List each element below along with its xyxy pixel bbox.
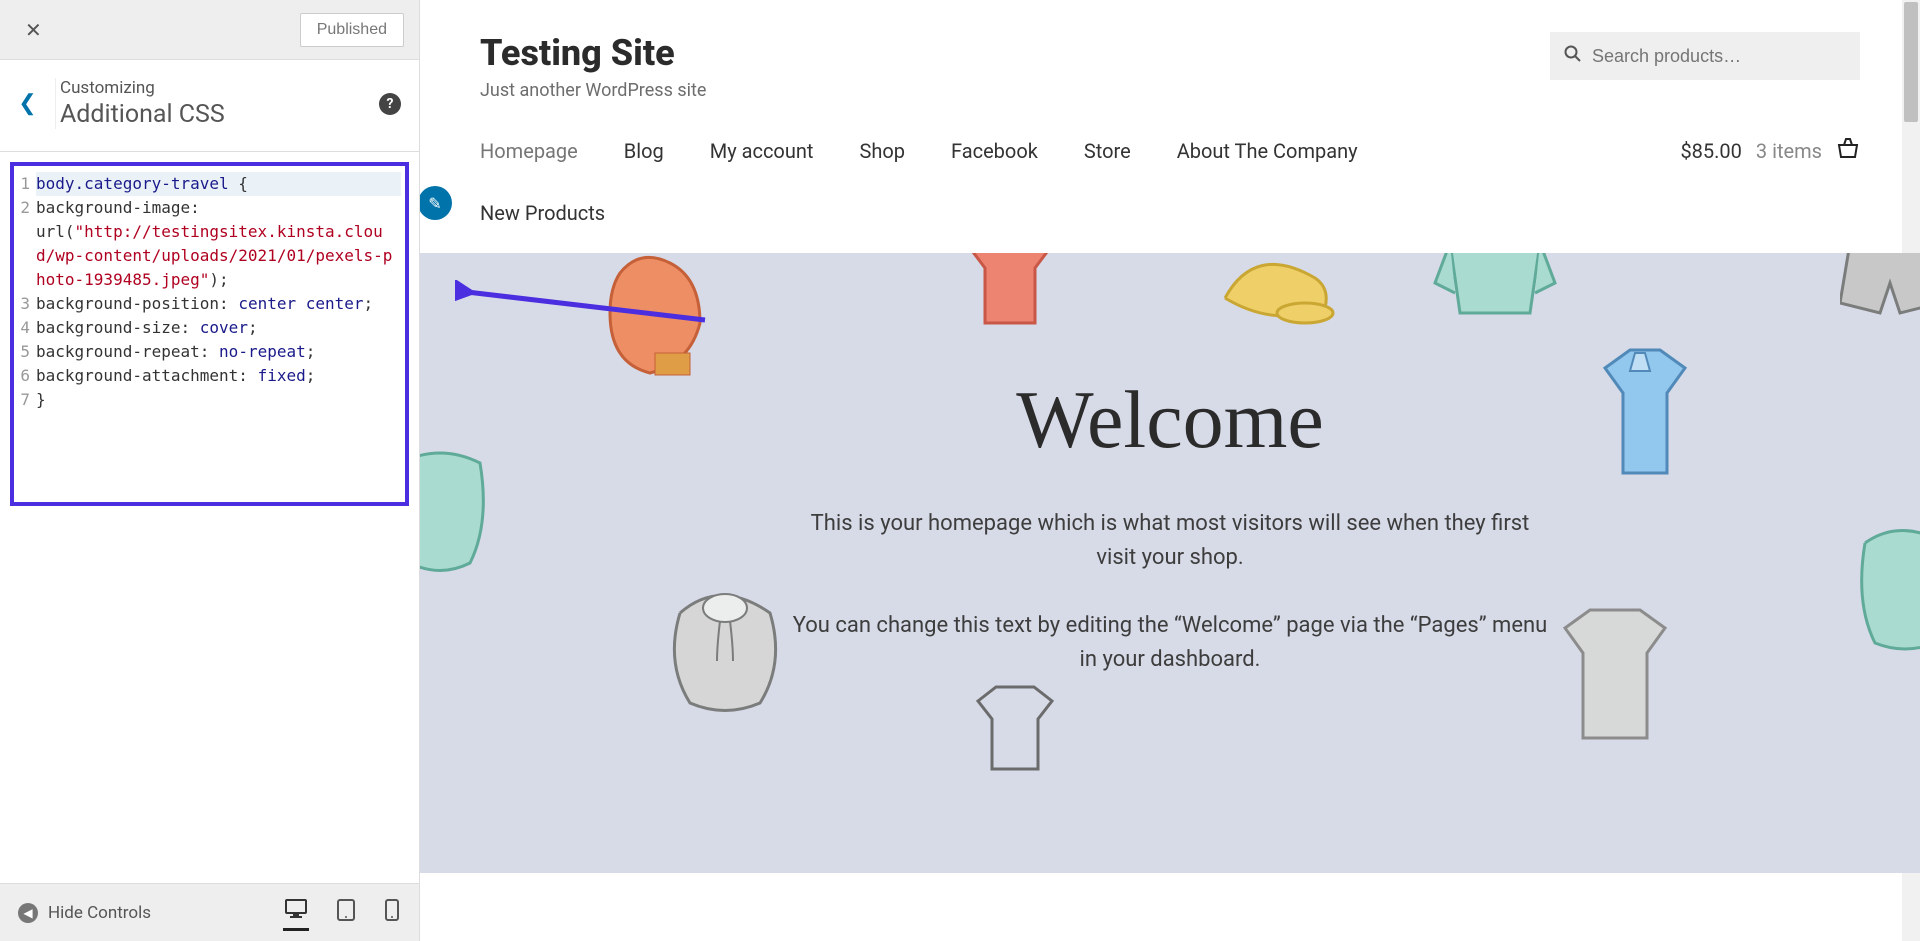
- secondary-nav: New Products: [420, 193, 1920, 253]
- code-line[interactable]: 3background-position: center center;: [18, 292, 401, 316]
- nav-item-about-the-company[interactable]: About The Company: [1177, 139, 1358, 163]
- hero-paragraph-2: You can change this text by editing the …: [790, 609, 1550, 677]
- primary-nav: Homepage Blog My account Shop Facebook Store A…: [420, 123, 1920, 193]
- line-number: 4: [18, 316, 36, 340]
- nav-item-homepage[interactable]: Homepage: [480, 139, 578, 163]
- code-line[interactable]: 2background-image: url("http://testingsi…: [18, 196, 401, 292]
- doodle-jacket-orange: [600, 253, 730, 393]
- device-mobile-icon[interactable]: [383, 895, 401, 930]
- line-number: 3: [18, 292, 36, 316]
- customizer-sidebar: ✕ Published ❮ Customizing Additional CSS…: [0, 0, 420, 941]
- doodle-tshirt-outline: [960, 683, 1070, 783]
- customizer-footer: ◀ Hide Controls: [0, 883, 419, 941]
- nav-item-facebook[interactable]: Facebook: [951, 139, 1038, 163]
- search-input[interactable]: [1592, 46, 1846, 67]
- nav-item-store[interactable]: Store: [1084, 139, 1131, 163]
- doodle-polo-blue: [1580, 343, 1710, 493]
- nav-item-shop[interactable]: Shop: [859, 139, 905, 163]
- hide-controls-button[interactable]: ◀ Hide Controls: [18, 903, 151, 923]
- code-text[interactable]: background-attachment: fixed;: [36, 364, 401, 388]
- code-text[interactable]: }: [36, 388, 401, 412]
- line-number: 1: [18, 172, 36, 196]
- hide-controls-label: Hide Controls: [48, 903, 151, 923]
- device-preview-switcher: [283, 895, 401, 931]
- cart-summary[interactable]: $85.00 3 items: [1680, 137, 1860, 165]
- site-header: Testing Site Just another WordPress site: [420, 0, 1920, 123]
- customizer-top-bar: ✕ Published: [0, 0, 419, 60]
- code-line[interactable]: 6background-attachment: fixed;: [18, 364, 401, 388]
- code-text[interactable]: background-position: center center;: [36, 292, 401, 316]
- site-preview: ✎ Testing Site Just another WordPress si…: [420, 0, 1920, 941]
- line-number: 5: [18, 340, 36, 364]
- cart-count: 3 items: [1756, 139, 1822, 163]
- site-title[interactable]: Testing Site: [480, 32, 706, 74]
- subnav-new-products[interactable]: New Products: [480, 201, 605, 225]
- publish-status-button[interactable]: Published: [300, 13, 404, 47]
- code-line[interactable]: 1body.category-travel {: [18, 172, 401, 196]
- preview-scrollbar-thumb[interactable]: [1904, 2, 1918, 122]
- code-line[interactable]: 7}: [18, 388, 401, 412]
- site-tagline: Just another WordPress site: [480, 80, 706, 101]
- doodle-sweater-teal: [420, 443, 500, 583]
- close-customizer-button[interactable]: ✕: [15, 12, 52, 48]
- doodle-shorts-grey: [1840, 253, 1920, 333]
- code-text[interactable]: background-repeat: no-repeat;: [36, 340, 401, 364]
- doodle-tee-grey: [1540, 603, 1690, 763]
- cart-amount: $85.00: [1680, 139, 1741, 163]
- collapse-left-icon: ◀: [18, 903, 38, 923]
- pencil-icon: ✎: [428, 194, 441, 213]
- doodle-tshirt-red: [950, 253, 1070, 338]
- css-code-editor[interactable]: 1body.category-travel {2background-image…: [10, 162, 409, 506]
- line-number: 7: [18, 388, 36, 412]
- section-title: Additional CSS: [60, 100, 379, 129]
- code-text[interactable]: body.category-travel {: [36, 172, 401, 196]
- customizer-section-header: ❮ Customizing Additional CSS ?: [0, 60, 419, 152]
- code-line[interactable]: 4background-size: cover;: [18, 316, 401, 340]
- doodle-jacket-teal: [1430, 253, 1560, 338]
- product-search[interactable]: [1550, 32, 1860, 80]
- nav-item-my-account[interactable]: My account: [710, 139, 814, 163]
- device-desktop-icon[interactable]: [283, 895, 309, 931]
- nav-item-blog[interactable]: Blog: [624, 139, 664, 163]
- doodle-hoodie-grey: [650, 573, 800, 723]
- search-icon: [1564, 45, 1582, 68]
- doodle-cap-yellow: [1210, 253, 1340, 348]
- help-icon[interactable]: ?: [379, 93, 401, 115]
- code-line[interactable]: 5background-repeat: no-repeat;: [18, 340, 401, 364]
- chevron-left-icon: ❮: [18, 91, 36, 116]
- basket-icon: [1836, 137, 1860, 165]
- device-tablet-icon[interactable]: [335, 895, 357, 930]
- line-number: 6: [18, 364, 36, 388]
- line-number: 2: [18, 196, 36, 292]
- code-text[interactable]: background-size: cover;: [36, 316, 401, 340]
- breadcrumb: Customizing: [60, 78, 379, 98]
- hero-section: Welcome This is your homepage which is w…: [420, 253, 1920, 873]
- doodle-hoodie-teal: [1850, 513, 1920, 663]
- code-text[interactable]: background-image: url("http://testingsit…: [36, 196, 401, 292]
- hero-paragraph-1: This is your homepage which is what most…: [790, 507, 1550, 575]
- back-button[interactable]: ❮: [0, 78, 56, 129]
